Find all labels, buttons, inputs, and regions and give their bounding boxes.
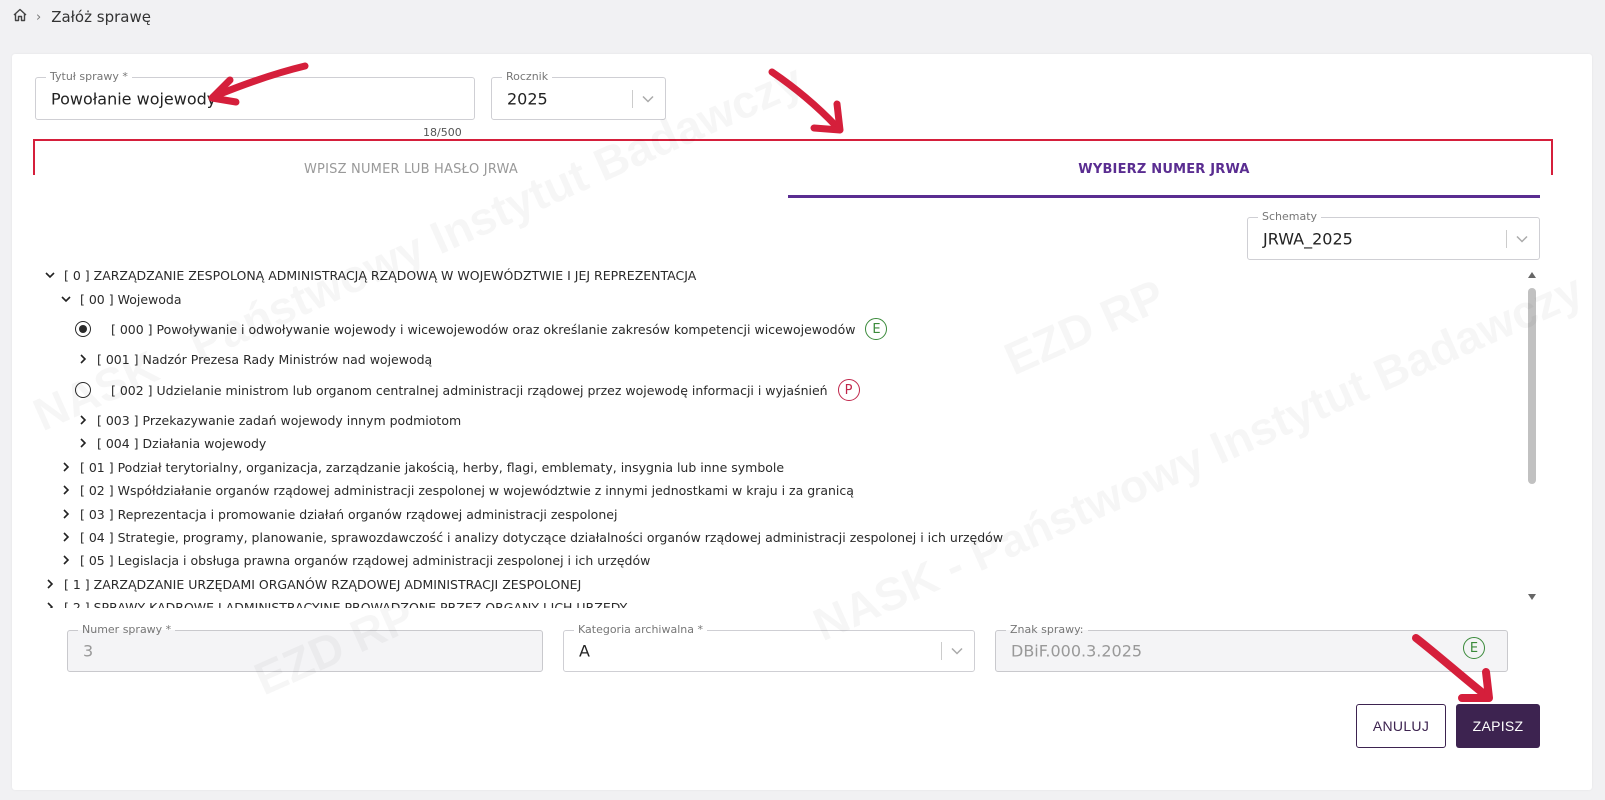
tree-node-label: [ 0 ] ZARZĄDZANIE ZESPOLONĄ ADMINISTRACJ… — [64, 267, 697, 283]
tree-node[interactable]: [ 003 ] Przekazywanie zadań wojewody inn… — [77, 409, 461, 431]
tree-node[interactable]: [ 02 ] Współdziałanie organów rządowej a… — [60, 479, 854, 501]
rocznik-label: Rocznik — [502, 70, 553, 84]
tree-node-label: [ 002 ] Udzielanie ministrom lub organom… — [111, 382, 828, 398]
tree-node-label: [ 004 ] Działania wojewody — [97, 435, 267, 451]
tree-node[interactable]: [ 00 ] Wojewoda — [60, 288, 181, 310]
tree-node[interactable]: [ 1 ] ZARZĄDZANIE URZĘDAMI ORGANÓW RZĄDO… — [44, 573, 581, 595]
chevron-right-icon[interactable] — [77, 437, 89, 449]
kategoria-archiwalna-value: A — [579, 641, 590, 661]
chevron-right-icon[interactable] — [77, 353, 89, 365]
tree-node[interactable]: [ 04 ] Strategie, programy, planowanie, … — [60, 526, 1003, 548]
title-field-value[interactable]: Powołanie wojewody — [51, 89, 216, 108]
chevron-right-icon: › — [36, 9, 42, 25]
tree-node-label: [ 000 ] Powoływanie i odwoływanie wojewo… — [111, 321, 856, 337]
breadcrumb-current: Załóż sprawę — [51, 8, 151, 26]
rocznik-select[interactable]: Rocznik 2025 — [491, 70, 666, 120]
tree-node[interactable]: [ 001 ] Nadzór Prezesa Rady Ministrów na… — [77, 348, 432, 370]
chevron-right-icon[interactable] — [77, 414, 89, 426]
scrollbar-thumb[interactable] — [1528, 288, 1536, 484]
title-field[interactable]: Tytuł sprawy * Powołanie wojewody — [35, 70, 475, 120]
chevron-down-icon[interactable] — [1515, 234, 1529, 244]
tree-node-label: [ 00 ] Wojewoda — [80, 291, 182, 307]
tree-node-label: [ 04 ] Strategie, programy, planowanie, … — [80, 529, 1004, 545]
tree-node-label: [ 03 ] Reprezentacja i promowanie działa… — [80, 506, 618, 522]
chevron-down-icon[interactable] — [641, 94, 655, 104]
radio-unselected[interactable] — [75, 382, 91, 398]
chevron-right-icon[interactable] — [44, 601, 56, 608]
tree-node[interactable]: [ 0 ] ZARZĄDZANIE ZESPOLONĄ ADMINISTRACJ… — [44, 264, 696, 286]
schematy-label: Schematy — [1258, 210, 1322, 224]
tree-node[interactable]: [ 000 ] Powoływanie i odwoływanie wojewo… — [75, 317, 888, 341]
chevron-right-icon[interactable] — [60, 484, 72, 496]
tree-scrollbar[interactable] — [1526, 270, 1538, 602]
chevron-right-icon[interactable] — [44, 578, 56, 590]
numer-sprawy-field: Numer sprawy * 3 — [67, 623, 543, 672]
category-p-badge: P — [837, 379, 860, 401]
rocznik-value: 2025 — [507, 89, 548, 108]
title-char-counter: 18/500 — [423, 126, 462, 139]
tree-node-label: [ 2 ] SPRAWY KADROWE I ADMINISTRACYJNE P… — [64, 599, 628, 609]
tree-node-label: [ 02 ] Współdziałanie organów rządowej a… — [80, 482, 854, 498]
tree-node[interactable]: [ 01 ] Podział terytorialny, organizacja… — [60, 456, 784, 478]
kategoria-archiwalna-select[interactable]: Kategoria archiwalna * A — [563, 623, 975, 672]
chevron-right-icon[interactable] — [60, 508, 72, 520]
schematy-value: JRWA_2025 — [1263, 229, 1353, 248]
tree-node-label: [ 001 ] Nadzór Prezesa Rady Ministrów na… — [97, 351, 433, 367]
tree-node-label: [ 1 ] ZARZĄDZANIE URZĘDAMI ORGANÓW RZĄDO… — [64, 576, 582, 592]
save-button[interactable]: ZAPISZ — [1456, 704, 1540, 748]
tree-node[interactable]: [ 002 ] Udzielanie ministrom lub organom… — [75, 378, 860, 402]
tree-node[interactable]: [ 05 ] Legislacja i obsługa prawna organ… — [60, 549, 650, 571]
cancel-button[interactable]: ANULUJ — [1356, 704, 1446, 748]
chevron-right-icon[interactable] — [60, 461, 72, 473]
tree-node[interactable]: [ 004 ] Działania wojewody — [77, 432, 266, 454]
kategoria-archiwalna-label: Kategoria archiwalna * — [574, 623, 707, 637]
breadcrumb: › Załóż sprawę — [12, 6, 151, 28]
tree-node-label: [ 05 ] Legislacja i obsługa prawna organ… — [80, 552, 651, 568]
chevron-right-icon[interactable] — [60, 554, 72, 566]
tree-node-label: [ 003 ] Przekazywanie zadań wojewody inn… — [97, 412, 462, 428]
category-e-badge: E — [1463, 637, 1485, 659]
title-field-label: Tytuł sprawy * — [46, 70, 132, 84]
chevron-down-icon[interactable] — [44, 269, 56, 281]
tree-node-label: [ 01 ] Podział terytorialny, organizacja… — [80, 459, 785, 475]
znak-sprawy-label: Znak sprawy: — [1006, 623, 1088, 637]
tree-node[interactable]: [ 03 ] Reprezentacja i promowanie działa… — [60, 503, 617, 525]
tab-wybierz-numer[interactable]: WYBIERZ NUMER JRWA — [788, 162, 1540, 198]
chevron-right-icon[interactable] — [60, 531, 72, 543]
jrwa-tree: [ 0 ] ZARZĄDZANIE ZESPOLONĄ ADMINISTRACJ… — [0, 262, 1520, 608]
znak-sprawy-field: Znak sprawy: DBiF.000.3.2025 — [995, 623, 1508, 672]
numer-sprawy-value: 3 — [83, 641, 94, 661]
scroll-up-icon[interactable] — [1528, 272, 1536, 278]
schematy-select[interactable]: Schematy JRWA_2025 — [1247, 210, 1540, 260]
tab-wpisz-numer[interactable]: WPISZ NUMER LUB HASŁO JRWA — [34, 162, 788, 198]
radio-selected[interactable] — [75, 321, 91, 337]
chevron-down-icon[interactable] — [950, 646, 964, 656]
znak-sprawy-value: DBiF.000.3.2025 — [1011, 641, 1143, 661]
chevron-down-icon[interactable] — [60, 293, 72, 305]
scroll-down-icon[interactable] — [1528, 594, 1536, 600]
tree-node[interactable]: [ 2 ] SPRAWY KADROWE I ADMINISTRACYJNE P… — [44, 596, 627, 608]
numer-sprawy-label: Numer sprawy * — [78, 623, 176, 637]
home-icon[interactable] — [12, 7, 28, 27]
category-e-badge: E — [865, 318, 888, 340]
